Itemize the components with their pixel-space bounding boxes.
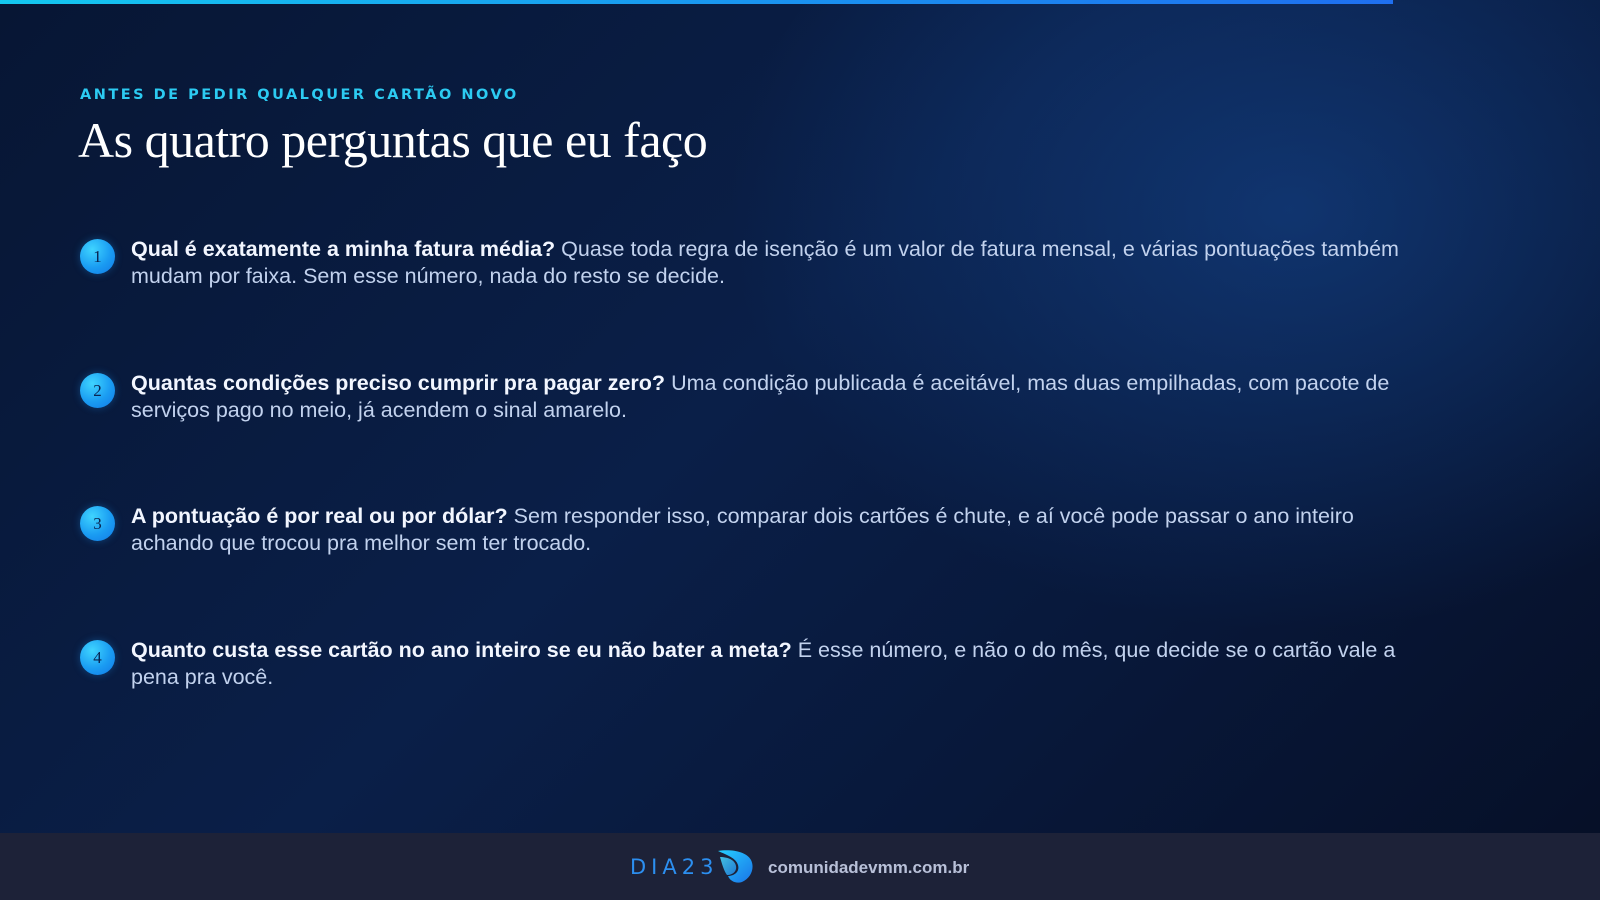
page-title: As quatro perguntas que eu faço — [78, 112, 708, 168]
question-number-badge: 4 — [80, 640, 115, 675]
question-number-badge: 2 — [80, 373, 115, 408]
question-heading: A pontuação é por real ou por dólar? — [131, 504, 508, 528]
question-text: Quantas condições preciso cumprir pra pa… — [131, 370, 1420, 424]
question-number-badge: 1 — [80, 239, 115, 274]
question-text: Qual é exatamente a minha fatura média? … — [131, 236, 1420, 290]
question-heading: Qual é exatamente a minha fatura média? — [131, 237, 556, 261]
footer-site-link[interactable]: comunidadevmm.com.br — [768, 858, 969, 878]
wave-logo-icon — [718, 850, 753, 883]
top-accent-bar — [0, 0, 1393, 4]
question-heading: Quantas condições preciso cumprir pra pa… — [131, 371, 666, 395]
question-number-badge: 3 — [80, 506, 115, 541]
question-item: 1 Qual é exatamente a minha fatura média… — [80, 236, 1420, 290]
question-text: A pontuação é por real ou por dólar? Sem… — [131, 503, 1420, 557]
question-text: Quanto custa esse cartão no ano inteiro … — [131, 637, 1420, 691]
question-item: 2 Quantas condições preciso cumprir pra … — [80, 370, 1420, 424]
question-item: 4 Quanto custa esse cartão no ano inteir… — [80, 637, 1420, 691]
eyebrow-label: ANTES DE PEDIR QUALQUER CARTÃO NOVO — [80, 87, 519, 103]
question-heading: Quanto custa esse cartão no ano inteiro … — [131, 638, 792, 662]
footer-brand: DIA23 — [630, 855, 719, 879]
question-item: 3 A pontuação é por real ou por dólar? S… — [80, 503, 1420, 557]
